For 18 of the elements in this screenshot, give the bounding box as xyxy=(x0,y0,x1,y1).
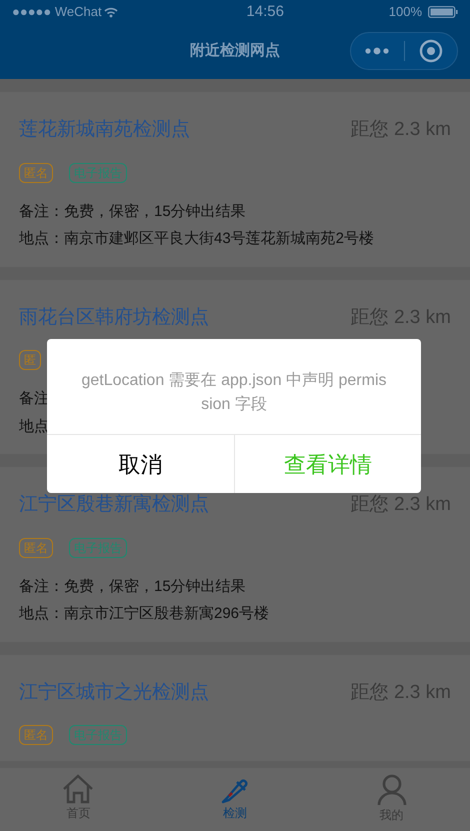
address-text: 地点：南京市江宁区殷巷新寓296号楼 xyxy=(19,604,270,624)
note-text: 备注：免费，保密，15分钟出结果 xyxy=(19,202,246,222)
tag: 电子报告 xyxy=(69,725,127,745)
status-time: 14:56 xyxy=(245,2,284,22)
address-text: 地点：南京市建邺区平良大街43号莲花新城南苑2号楼 xyxy=(19,229,374,249)
tag: 电子报告 xyxy=(69,538,127,558)
dialog-message: getLocation 需要在 app.json 中声明 permission 字段 xyxy=(80,370,388,415)
address-text: 地点 xyxy=(19,416,49,436)
tag: 匿名 xyxy=(19,162,53,182)
note-text: 备注：免费，保密，15分钟出结果 xyxy=(19,576,246,596)
note-text: 备注 xyxy=(19,389,49,409)
page-title: 附近检测网点 xyxy=(190,41,280,62)
tag: 匿名 xyxy=(19,538,53,558)
battery-label: 100% xyxy=(388,3,422,22)
tag: 电子报告 xyxy=(69,162,127,182)
tag: 匿名 xyxy=(19,725,53,745)
tag: 匿 xyxy=(19,350,41,370)
carrier-label: ●●●●● WeChat xyxy=(12,3,102,22)
